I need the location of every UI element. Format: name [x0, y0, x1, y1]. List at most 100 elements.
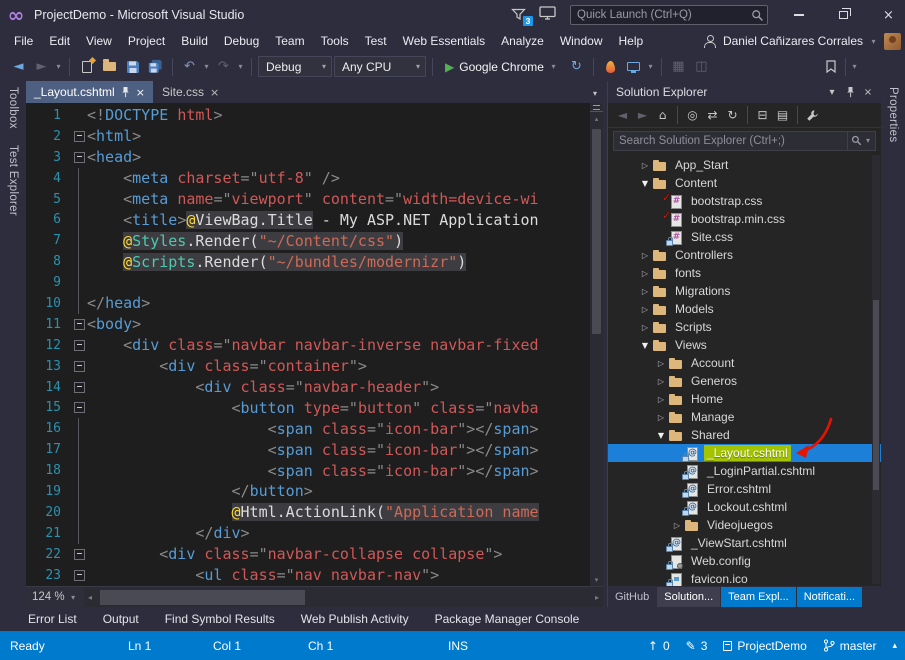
- collapse-all-icon[interactable]: ⊟: [753, 106, 772, 125]
- save-icon[interactable]: [122, 56, 143, 77]
- tree-scrollbar-thumb[interactable]: [873, 300, 879, 490]
- expand-arrow-icon[interactable]: ▷: [638, 305, 652, 314]
- solution-platform-select[interactable]: Any CPU ▾: [334, 56, 426, 77]
- close-button[interactable]: ×: [872, 0, 905, 30]
- tree-item-lockout-cshtml[interactable]: @ Lockout.cshtml: [608, 498, 881, 516]
- expand-arrow-icon[interactable]: ▷: [638, 269, 652, 278]
- toolbar-icon[interactable]: ▦: [668, 56, 689, 77]
- scroll-up-icon[interactable]: ▴: [590, 114, 603, 124]
- tree-item-migrations[interactable]: ▷ Migrations: [608, 282, 881, 300]
- fold-toggle-icon[interactable]: [72, 544, 87, 565]
- toolbar-icon[interactable]: ◫: [691, 56, 712, 77]
- redo-icon[interactable]: ↷: [213, 56, 234, 77]
- undo-icon[interactable]: ↶: [179, 56, 200, 77]
- menu-item-project[interactable]: Project: [120, 30, 173, 52]
- panel-tab-team-expl[interactable]: Team Expl...: [721, 587, 796, 607]
- solution-explorer-header[interactable]: Solution Explorer ▾ ×: [608, 81, 881, 103]
- tree-scrollbar[interactable]: [872, 155, 880, 584]
- scope-to-this-icon[interactable]: ◎: [683, 106, 702, 125]
- panel-tab-package-manager-console[interactable]: Package Manager Console: [435, 612, 580, 626]
- browse-with-icon[interactable]: [623, 56, 644, 77]
- menu-item-debug[interactable]: Debug: [216, 30, 267, 52]
- fold-toggle-icon[interactable]: [72, 377, 87, 398]
- scroll-right-icon[interactable]: ▸: [595, 587, 599, 608]
- expand-arrow-icon[interactable]: ▷: [638, 251, 652, 260]
- menu-item-file[interactable]: File: [6, 30, 41, 52]
- panel-tab-find-symbol-results[interactable]: Find Symbol Results: [165, 612, 275, 626]
- show-all-files-icon[interactable]: ▤: [773, 106, 792, 125]
- horizontal-scrollbar[interactable]: ◂ ▸: [84, 587, 603, 607]
- start-debugging-button[interactable]: ▶ Google Chrome ▾: [439, 56, 564, 78]
- se-navigate-forward-icon[interactable]: ►: [633, 106, 652, 125]
- browse-with-caret-icon[interactable]: ▾: [646, 62, 655, 71]
- document-list-caret-icon[interactable]: ▾: [593, 89, 597, 98]
- menu-item-build[interactable]: Build: [173, 30, 216, 52]
- expand-arrow-icon[interactable]: ▷: [638, 323, 652, 332]
- editor-tab-site-css[interactable]: Site.css ×: [154, 81, 227, 103]
- window-position-caret-icon[interactable]: ▾: [823, 83, 841, 101]
- menu-item-help[interactable]: Help: [611, 30, 652, 52]
- tree-item-app-start[interactable]: ▷ App_Start: [608, 156, 881, 174]
- close-icon[interactable]: ×: [210, 86, 219, 99]
- expand-arrow-icon[interactable]: ▷: [638, 161, 652, 170]
- monitor-icon[interactable]: [539, 5, 556, 25]
- minimize-button[interactable]: [782, 0, 815, 30]
- tree-item-favicon-ico[interactable]: favicon.ico: [608, 570, 881, 586]
- navigate-backward-icon[interactable]: ◄: [8, 56, 29, 77]
- panel-tab-solution[interactable]: Solution...: [657, 587, 721, 607]
- refresh-icon[interactable]: ↻: [723, 106, 742, 125]
- menu-item-analyze[interactable]: Analyze: [493, 30, 552, 52]
- close-icon[interactable]: ×: [859, 83, 877, 101]
- vertical-scrollbar[interactable]: ▴ ▾: [590, 103, 603, 586]
- unpublished-commits-button[interactable]: ↑ 0: [648, 639, 670, 653]
- tree-item-views[interactable]: ▼ Views: [608, 336, 881, 354]
- tree-item-generos[interactable]: ▷ Generos: [608, 372, 881, 390]
- tree-item-viewstart-cshtml[interactable]: @ _ViewStart.cshtml: [608, 534, 881, 552]
- close-icon[interactable]: ×: [136, 86, 145, 99]
- zoom-select[interactable]: 124 % ▾: [26, 591, 84, 603]
- menu-item-view[interactable]: View: [78, 30, 120, 52]
- solution-configuration-select[interactable]: Debug ▾: [258, 56, 332, 77]
- browser-link-refresh-icon[interactable]: [600, 56, 621, 77]
- tree-item-layout-cshtml[interactable]: @ _Layout.cshtml: [608, 444, 881, 462]
- tool-strip-tab-properties[interactable]: Properties: [887, 87, 899, 142]
- expand-arrow-icon[interactable]: ▷: [654, 395, 668, 404]
- panel-tab-notificati[interactable]: Notificati...: [796, 587, 863, 607]
- menu-item-web-essentials[interactable]: Web Essentials: [395, 30, 493, 52]
- expand-arrow-icon[interactable]: ▷: [654, 413, 668, 422]
- fold-toggle-icon[interactable]: [72, 397, 87, 418]
- horizontal-scrollbar-thumb[interactable]: [100, 590, 305, 605]
- navigation-history-caret-icon[interactable]: ▾: [54, 62, 63, 71]
- fold-toggle-icon[interactable]: [72, 565, 87, 586]
- expand-arrow-icon[interactable]: ▷: [654, 377, 668, 386]
- fold-toggle-icon[interactable]: [72, 147, 87, 168]
- save-all-icon[interactable]: [145, 56, 166, 77]
- tree-item-scripts[interactable]: ▷ Scripts: [608, 318, 881, 336]
- bookmark-icon[interactable]: [820, 56, 841, 77]
- restore-button[interactable]: [827, 0, 860, 30]
- panel-tab-github[interactable]: GitHub: [608, 587, 656, 607]
- code-editor[interactable]: 1 <!DOCTYPE html> 2 <html> 3 <head> 4 <meta ch…: [26, 103, 603, 586]
- collapse-arrow-icon[interactable]: ▼: [638, 179, 652, 188]
- user-menu-caret-icon[interactable]: ▾: [869, 37, 878, 46]
- menu-item-team[interactable]: Team: [267, 30, 312, 52]
- tree-item-home[interactable]: ▷ Home: [608, 390, 881, 408]
- toolbar-options-caret-icon[interactable]: ▾: [850, 62, 859, 71]
- collapse-arrow-icon[interactable]: ▼: [638, 341, 652, 350]
- search-options-button[interactable]: ▾: [848, 130, 876, 151]
- tree-item-web-config[interactable]: Web.config: [608, 552, 881, 570]
- new-file-icon[interactable]: [76, 56, 97, 77]
- tool-strip-tab-test-explorer[interactable]: Test Explorer: [7, 145, 19, 216]
- tree-item-account[interactable]: ▷ Account: [608, 354, 881, 372]
- home-icon[interactable]: ⌂: [653, 106, 672, 125]
- editor-split-handle[interactable]: [590, 103, 603, 112]
- quick-launch-input[interactable]: Quick Launch (Ctrl+Q): [570, 5, 768, 25]
- tree-item-manage[interactable]: ▷ Manage: [608, 408, 881, 426]
- fold-toggle-icon[interactable]: [72, 335, 87, 356]
- user-avatar[interactable]: [884, 32, 901, 50]
- tree-item-site-css[interactable]: # Site.css: [608, 228, 881, 246]
- status-caret-up-icon[interactable]: ▴: [892, 641, 897, 651]
- menu-item-edit[interactable]: Edit: [41, 30, 78, 52]
- undo-caret-icon[interactable]: ▾: [202, 62, 211, 71]
- pin-icon[interactable]: [121, 86, 130, 98]
